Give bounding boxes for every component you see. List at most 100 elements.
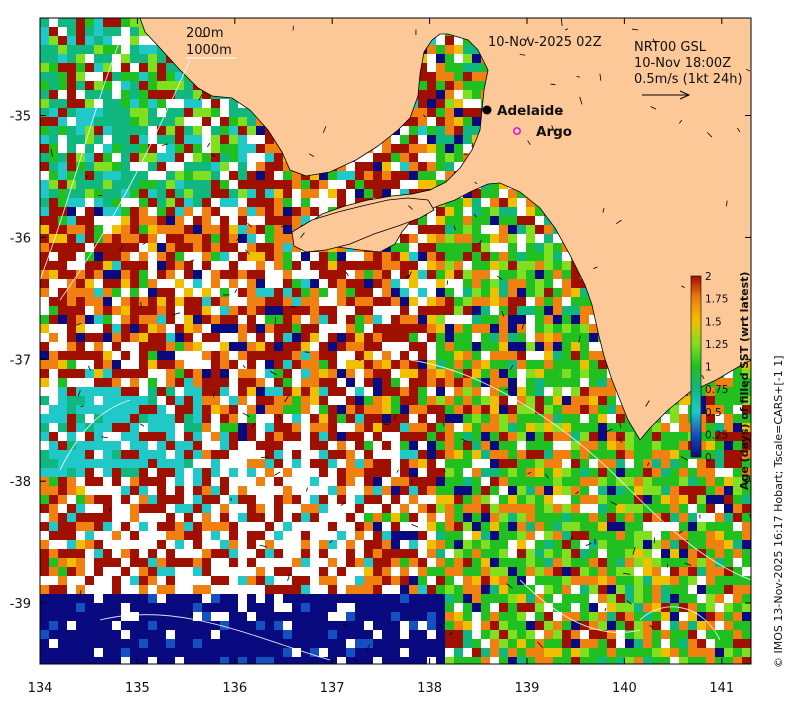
sst-age-cell <box>256 189 265 198</box>
sst-age-cell <box>517 360 526 369</box>
sst-age-cell <box>427 468 436 477</box>
sst-age-cell <box>472 468 481 477</box>
sst-age-cell <box>265 648 274 657</box>
sst-age-cell <box>265 630 274 639</box>
sst-age-cell <box>715 567 724 576</box>
sst-age-cell <box>553 648 562 657</box>
sst-age-cell <box>364 279 373 288</box>
sst-age-cell <box>76 522 85 531</box>
sst-age-cell <box>130 621 139 630</box>
sst-age-cell <box>310 207 319 216</box>
sst-age-cell <box>364 333 373 342</box>
sst-age-cell <box>67 36 76 45</box>
sst-age-cell <box>445 216 454 225</box>
sst-age-cell <box>382 297 391 306</box>
sst-age-cell <box>499 612 508 621</box>
sst-age-cell <box>328 189 337 198</box>
sst-age-cell <box>481 396 490 405</box>
sst-age-cell <box>220 522 229 531</box>
sst-age-cell <box>400 261 409 270</box>
sst-age-cell <box>670 585 679 594</box>
sst-age-cell <box>148 558 157 567</box>
sst-age-cell <box>193 450 202 459</box>
sst-age-cell <box>103 639 112 648</box>
sst-age-cell <box>517 306 526 315</box>
sst-age-cell <box>184 648 193 657</box>
sst-age-cell <box>589 549 598 558</box>
sst-age-cell <box>301 513 310 522</box>
sst-age-cell <box>49 414 58 423</box>
sst-age-cell <box>265 432 274 441</box>
sst-age-cell <box>526 306 535 315</box>
sst-age-cell <box>49 189 58 198</box>
sst-age-cell <box>58 423 67 432</box>
sst-age-cell <box>94 306 103 315</box>
sst-age-cell <box>175 144 184 153</box>
sst-age-cell <box>553 531 562 540</box>
sst-age-cell <box>202 558 211 567</box>
sst-age-cell <box>103 549 112 558</box>
sst-age-cell <box>427 162 436 171</box>
sst-age-cell <box>346 396 355 405</box>
sst-age-cell <box>688 603 697 612</box>
sst-age-cell <box>472 279 481 288</box>
sst-age-cell <box>409 405 418 414</box>
sst-age-cell <box>481 243 490 252</box>
sst-age-cell <box>346 459 355 468</box>
sst-age-cell <box>166 144 175 153</box>
sst-age-cell <box>175 522 184 531</box>
sst-age-cell <box>94 657 103 666</box>
sst-age-cell <box>535 459 544 468</box>
sst-age-cell <box>112 639 121 648</box>
sst-age-cell <box>85 387 94 396</box>
sst-age-cell <box>598 594 607 603</box>
sst-age-cell <box>400 234 409 243</box>
sst-age-cell <box>364 162 373 171</box>
sst-age-cell <box>112 333 121 342</box>
sst-age-cell <box>517 270 526 279</box>
sst-age-cell <box>103 288 112 297</box>
sst-age-cell <box>499 216 508 225</box>
sst-age-cell <box>121 450 130 459</box>
sst-age-cell <box>112 585 121 594</box>
sst-age-cell <box>463 414 472 423</box>
sst-age-cell <box>319 369 328 378</box>
sst-age-cell <box>229 306 238 315</box>
sst-age-cell <box>58 126 67 135</box>
sst-age-cell <box>319 432 328 441</box>
sst-age-cell <box>166 351 175 360</box>
sst-age-cell <box>238 252 247 261</box>
sst-age-cell <box>58 315 67 324</box>
sst-age-cell <box>157 495 166 504</box>
sst-age-cell <box>211 270 220 279</box>
sst-age-cell <box>103 441 112 450</box>
sst-age-cell <box>418 144 427 153</box>
sst-age-cell <box>157 540 166 549</box>
sst-age-cell <box>166 225 175 234</box>
sst-age-cell <box>463 63 472 72</box>
sst-age-cell <box>85 495 94 504</box>
sst-age-cell <box>382 540 391 549</box>
sst-age-cell <box>580 405 589 414</box>
sst-age-cell <box>211 225 220 234</box>
colorbar-gradient <box>691 276 701 457</box>
sst-age-cell <box>463 423 472 432</box>
sst-age-cell <box>94 540 103 549</box>
sst-age-cell <box>508 324 517 333</box>
sst-age-cell <box>445 657 454 666</box>
sst-age-cell <box>346 405 355 414</box>
sst-age-cell <box>67 324 76 333</box>
sst-age-cell <box>94 477 103 486</box>
sst-age-cell <box>364 486 373 495</box>
sst-age-cell <box>193 216 202 225</box>
sst-age-cell <box>553 522 562 531</box>
sst-age-cell <box>274 459 283 468</box>
sst-age-cell <box>436 153 445 162</box>
sst-age-cell <box>382 576 391 585</box>
sst-age-cell <box>157 477 166 486</box>
sst-age-cell <box>67 252 76 261</box>
sst-age-cell <box>472 387 481 396</box>
sst-age-cell <box>49 207 58 216</box>
sst-age-cell <box>463 252 472 261</box>
sst-age-cell <box>535 576 544 585</box>
